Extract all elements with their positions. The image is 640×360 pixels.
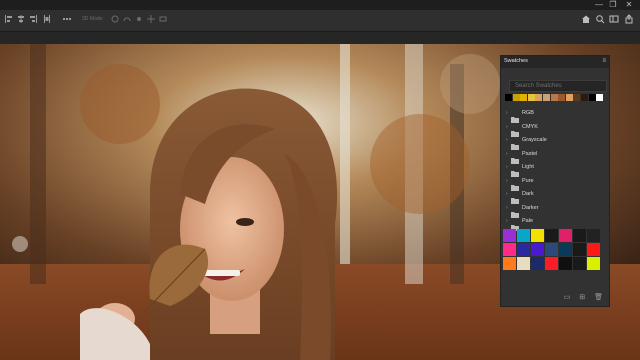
swatch-group-pale[interactable]: › Pale	[501, 215, 609, 231]
chevron-right-icon[interactable]: ›	[506, 164, 508, 170]
minimize-button[interactable]: —	[592, 0, 606, 10]
search-icon[interactable]	[595, 14, 605, 24]
title-bar: — ❐ ✕	[0, 0, 640, 10]
swatch-group-pastel[interactable]: › Pastel	[501, 148, 609, 164]
color-swatch[interactable]	[559, 243, 572, 256]
swatch-group-label: Pale	[522, 218, 534, 224]
maximize-button[interactable]: ❐	[606, 0, 620, 10]
slide-3d-icon[interactable]	[146, 14, 156, 24]
close-button[interactable]: ✕	[622, 0, 636, 10]
color-swatch[interactable]	[559, 257, 572, 270]
chevron-right-icon[interactable]: ›	[506, 218, 508, 224]
color-swatch[interactable]	[545, 229, 558, 242]
swatch-group-label: CMYK	[522, 123, 538, 130]
drag-3d-icon[interactable]	[134, 14, 144, 24]
color-swatch[interactable]	[503, 257, 516, 270]
swatch-group-label: Grayscale	[522, 137, 547, 143]
panel-header: Swatches ≡	[501, 56, 609, 68]
recent-color-swatch[interactable]	[581, 94, 588, 101]
new-swatch-icon[interactable]: ⊞	[579, 294, 585, 301]
roll-3d-icon[interactable]	[122, 14, 132, 24]
swatch-group-rgb[interactable]: › RGB	[501, 107, 609, 123]
align-center-icon[interactable]	[16, 14, 26, 24]
color-swatch[interactable]	[573, 229, 586, 242]
color-swatch[interactable]	[545, 257, 558, 270]
swatch-group-label: Pure	[522, 177, 534, 184]
recent-color-swatch[interactable]	[565, 94, 573, 101]
swatch-group-label: Light	[522, 164, 534, 170]
folder-icon[interactable]: ▭	[564, 294, 571, 301]
scale-3d-icon[interactable]	[158, 14, 168, 24]
search-swatches-placeholder: Search Swatches	[515, 82, 562, 89]
recent-color-swatch[interactable]	[550, 94, 558, 101]
recent-color-swatch[interactable]	[527, 94, 535, 101]
color-swatch[interactable]	[573, 257, 586, 270]
color-swatch[interactable]	[503, 243, 516, 256]
chevron-right-icon[interactable]: ›	[506, 178, 508, 184]
color-swatch[interactable]	[587, 243, 600, 256]
recent-color-swatch[interactable]	[543, 94, 550, 101]
recent-color-swatch[interactable]	[573, 94, 581, 101]
workspace-icon[interactable]	[609, 14, 619, 24]
panel-bottom-bar: ▭ ⊞ 🗑	[557, 293, 603, 301]
swatches-panel: Swatches ≡ Search Swatches › RGB › CMYK › Gra…	[500, 55, 610, 307]
chevron-right-icon[interactable]: ›	[506, 151, 508, 157]
panel-menu-icon[interactable]: ≡	[602, 58, 606, 64]
chevron-right-icon[interactable]: ›	[506, 205, 508, 211]
swatch-group-grayscale[interactable]: › Grayscale	[501, 134, 609, 150]
swatch-group-light[interactable]: › Light	[501, 161, 609, 177]
more-icon[interactable]	[62, 14, 72, 24]
color-swatch[interactable]	[531, 229, 544, 242]
color-swatch[interactable]	[503, 229, 516, 242]
color-swatch[interactable]	[531, 257, 544, 270]
color-swatch[interactable]	[559, 229, 572, 242]
recent-color-swatch[interactable]	[535, 94, 543, 101]
recent-color-swatch[interactable]	[596, 94, 604, 101]
recent-color-swatch[interactable]	[588, 94, 596, 101]
recent-color-swatch[interactable]	[520, 94, 528, 101]
3d-mode-label: 3D Mode:	[82, 16, 104, 22]
share-icon[interactable]	[624, 14, 634, 24]
color-swatch[interactable]	[587, 257, 600, 270]
color-swatch[interactable]	[517, 257, 530, 270]
chevron-right-icon[interactable]: ›	[506, 191, 508, 197]
align-left-icon[interactable]	[4, 14, 14, 24]
swatch-grid	[503, 229, 603, 270]
recent-color-swatch[interactable]	[512, 94, 520, 101]
chevron-right-icon[interactable]: ›	[506, 124, 508, 130]
rotate-3d-icon[interactable]	[110, 14, 120, 24]
color-swatch[interactable]	[545, 243, 558, 256]
swatch-group-darker[interactable]: › Darker	[501, 202, 609, 218]
distribute-icon[interactable]	[42, 14, 52, 24]
swatch-group-pure[interactable]: › Pure	[501, 175, 609, 191]
color-swatch[interactable]	[531, 243, 544, 256]
delete-icon[interactable]: 🗑	[594, 294, 603, 301]
swatch-group-label: Dark	[522, 191, 534, 197]
search-swatches-input[interactable]: Search Swatches	[509, 80, 607, 92]
color-swatch[interactable]	[587, 229, 600, 242]
chevron-right-icon[interactable]: ›	[506, 110, 508, 116]
swatches-tab[interactable]: Swatches	[504, 58, 528, 64]
recent-color-swatch[interactable]	[558, 94, 566, 101]
document-tab-area	[0, 32, 640, 44]
recent-color-swatch[interactable]	[505, 94, 512, 101]
color-swatch[interactable]	[517, 229, 530, 242]
swatch-group-label: Pastel	[522, 150, 538, 157]
swatch-group-cmyk[interactable]: › CMYK	[501, 121, 609, 137]
swatch-group-label: Darker	[522, 204, 539, 211]
align-right-icon[interactable]	[28, 14, 38, 24]
swatch-group-dark[interactable]: › Dark	[501, 188, 609, 204]
home-icon[interactable]	[581, 14, 591, 24]
swatch-group-label: RGB	[522, 110, 534, 116]
color-swatch[interactable]	[573, 243, 586, 256]
color-swatch[interactable]	[517, 243, 530, 256]
chevron-right-icon[interactable]: ›	[506, 137, 508, 143]
